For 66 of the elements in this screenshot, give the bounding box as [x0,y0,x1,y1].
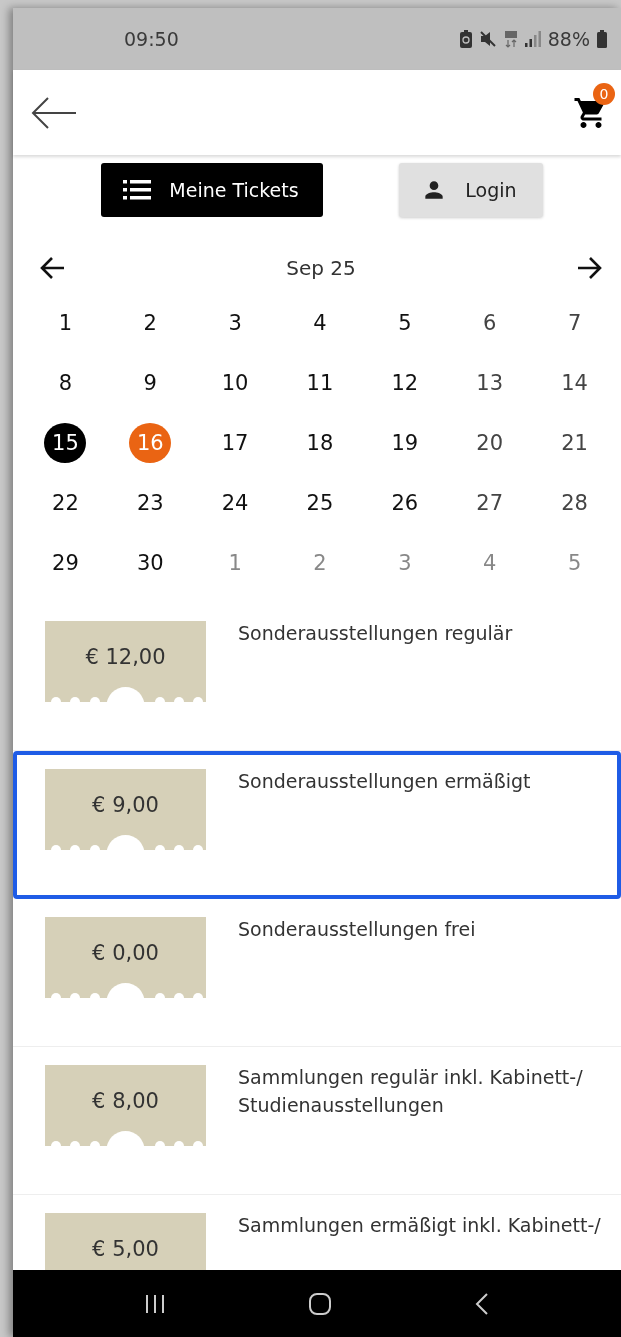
calendar-day[interactable]: 11 [299,363,341,403]
ticket-title: Sonderausstellungen ermäßigt [238,769,531,794]
calendar-day[interactable]: 8 [44,363,87,403]
ticket-price: € 0,00 [92,940,159,965]
signal-icon [524,31,541,47]
calendar-day[interactable]: 30 [129,543,172,583]
ticket-row[interactable]: € 8,00 Sammlungen regulär inkl. Kabinett-/ Studienausstellungen [13,1047,621,1195]
login-button[interactable]: Login [399,163,543,217]
battery-saver-icon [459,30,472,48]
calendar-day[interactable]: 12 [383,363,426,403]
status-time: 09:50 [124,28,179,50]
calendar-day[interactable]: 17 [214,423,257,463]
battery-icon [597,30,607,48]
calendar-day[interactable]: 4 [299,303,341,343]
calendar-day[interactable]: 29 [44,543,87,583]
back-arrow-icon[interactable] [31,95,77,130]
calendar-day[interactable]: 26 [383,483,426,523]
calendar-day[interactable]: 10 [214,363,257,403]
recent-apps-icon[interactable] [144,1292,166,1315]
month-label: Sep 25 [286,256,356,280]
calendar-day[interactable]: 15 [44,423,87,463]
calendar-day[interactable]: 22 [44,483,87,523]
ticket-row[interactable]: € 0,00 Sonderausstellungen frei [13,899,621,1047]
calendar-day[interactable]: 2 [129,303,172,343]
calendar-day[interactable]: 28 [553,483,596,523]
calendar-day[interactable]: 1 [214,543,257,583]
mute-icon [478,30,497,48]
list-icon [123,180,152,200]
my-tickets-button[interactable]: Meine Tickets [101,163,323,217]
calendar-day[interactable]: 19 [383,423,426,463]
calendar-day[interactable]: 27 [468,483,511,523]
ticket-title: Sammlungen ermäßigt inkl. Kabinett-/ [238,1213,601,1238]
ticket-price: € 9,00 [92,792,159,817]
calendar-day[interactable]: 5 [383,303,426,343]
calendar-day[interactable]: 3 [214,303,257,343]
mobile-data-icon [503,30,518,48]
ticket-title: Sonderausstellungen frei [238,917,476,942]
next-month-button[interactable] [577,256,603,280]
calendar-day[interactable]: 9 [129,363,172,403]
ticket-title: Sammlungen regulär inkl. Kabinett-/ Studienausstellungen [238,1065,584,1118]
calendar-day[interactable]: 4 [468,543,511,583]
calendar-day[interactable]: 6 [468,303,511,343]
calendar-day[interactable]: 1 [44,303,87,343]
calendar-day[interactable]: 21 [553,423,596,463]
calendar-day[interactable]: 23 [129,483,172,523]
calendar-day[interactable]: 18 [299,423,341,463]
ticket-price: € 12,00 [85,644,166,669]
ticket-title: Sonderausstellungen regulär [238,621,513,646]
battery-level: 88% [547,28,590,50]
ticket-price: € 5,00 [92,1236,159,1261]
ticket-row[interactable]: € 9,00 Sonderausstellungen ermäßigt [13,751,621,899]
calendar-day[interactable]: 24 [214,483,257,523]
calendar-day[interactable]: 5 [553,543,596,583]
cart-count-badge: 0 [593,82,615,105]
back-icon[interactable] [474,1291,490,1316]
calendar-day[interactable]: 7 [553,303,596,343]
previous-month-button[interactable] [39,256,65,280]
calendar-day[interactable]: 14 [553,363,596,403]
calendar-day[interactable]: 25 [299,483,341,523]
calendar-day[interactable]: 20 [468,423,511,463]
ticket-price: € 8,00 [92,1088,159,1113]
calendar-day[interactable]: 2 [299,543,341,583]
calendar-day[interactable]: 13 [468,363,511,403]
home-icon[interactable] [308,1291,332,1316]
ticket-row[interactable]: € 12,00 Sonderausstellungen regulär [13,603,621,751]
calendar-day[interactable]: 3 [383,543,426,583]
